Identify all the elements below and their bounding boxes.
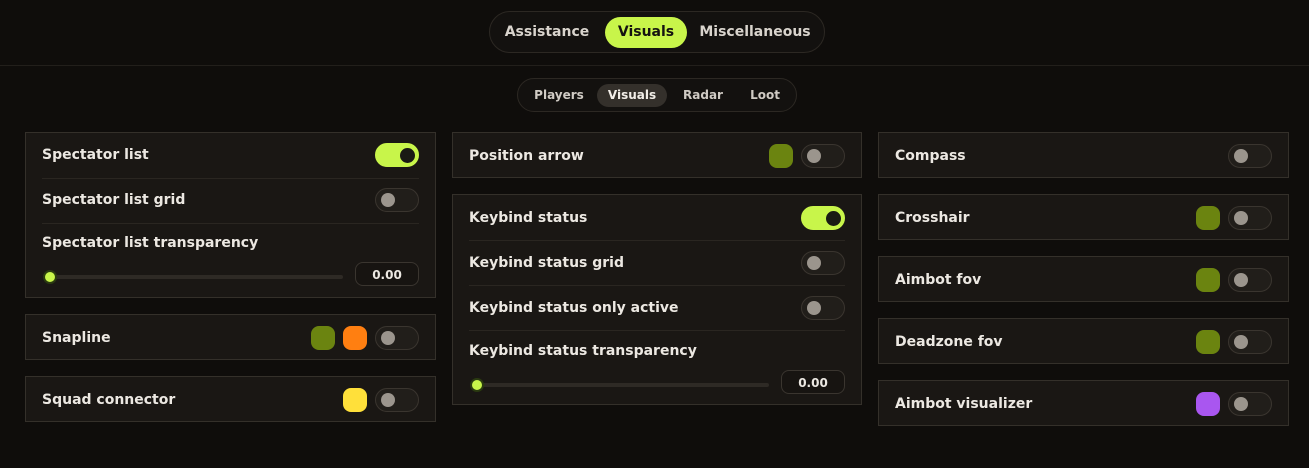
spectator-list-grid-label: Spectator list grid	[42, 192, 186, 208]
spectator-panel: Spectator list Spectator list grid Spect…	[25, 132, 436, 298]
compass-label: Compass	[895, 148, 966, 164]
crosshair-toggle[interactable]	[1228, 206, 1272, 230]
spectator-list-toggle[interactable]	[375, 143, 419, 167]
deadzone-fov-label: Deadzone fov	[895, 334, 1003, 350]
position-arrow-panel: Position arrow	[452, 132, 862, 178]
spectator-transparency-slider[interactable]	[46, 275, 343, 279]
subtab-radar[interactable]: Radar	[675, 84, 731, 107]
aimbot-visualizer-panel: Aimbot visualizer	[878, 380, 1289, 426]
squad-connector-color-swatch[interactable]	[343, 388, 367, 412]
aimbot-visualizer-toggle[interactable]	[1228, 392, 1272, 416]
snapline-label: Snapline	[42, 330, 111, 346]
crosshair-color-swatch[interactable]	[1196, 206, 1220, 230]
main-tab-bar: Assistance Visuals Miscellaneous	[489, 11, 825, 53]
squad-connector-label: Squad connector	[42, 392, 176, 408]
position-arrow-toggle[interactable]	[801, 144, 845, 168]
header-divider	[0, 65, 1309, 66]
sub-tab-bar: Players Visuals Radar Loot	[517, 78, 797, 112]
subtab-visuals[interactable]: Visuals	[597, 84, 667, 107]
keybind-only-active-toggle[interactable]	[801, 296, 845, 320]
row-divider	[469, 285, 845, 286]
keybind-only-active-label: Keybind status only active	[469, 300, 679, 316]
squad-connector-toggle[interactable]	[375, 388, 419, 412]
spectator-transparency-handle[interactable]	[43, 270, 57, 284]
keybind-status-label: Keybind status	[469, 210, 588, 226]
aimbot-fov-color-swatch[interactable]	[1196, 268, 1220, 292]
keybind-panel: Keybind status Keybind status grid Keybi…	[452, 194, 862, 405]
snapline-color-swatch[interactable]	[311, 326, 335, 350]
position-arrow-label: Position arrow	[469, 148, 584, 164]
row-divider	[469, 330, 845, 331]
squad-connector-panel: Squad connector	[25, 376, 436, 422]
row-divider	[469, 240, 845, 241]
deadzone-fov-color-swatch[interactable]	[1196, 330, 1220, 354]
compass-toggle[interactable]	[1228, 144, 1272, 168]
snapline-toggle[interactable]	[375, 326, 419, 350]
spectator-transparency-label: Spectator list transparency	[42, 235, 259, 251]
row-divider	[42, 223, 419, 224]
keybind-status-toggle[interactable]	[801, 206, 845, 230]
spectator-list-grid-toggle[interactable]	[375, 188, 419, 212]
keybind-transparency-handle[interactable]	[470, 378, 484, 392]
aimbot-fov-toggle[interactable]	[1228, 268, 1272, 292]
subtab-loot[interactable]: Loot	[739, 84, 791, 107]
row-divider	[42, 178, 419, 179]
position-arrow-color-swatch[interactable]	[769, 144, 793, 168]
aimbot-fov-label: Aimbot fov	[895, 272, 982, 288]
deadzone-fov-toggle[interactable]	[1228, 330, 1272, 354]
crosshair-panel: Crosshair	[878, 194, 1289, 240]
aimbot-visualizer-color-swatch[interactable]	[1196, 392, 1220, 416]
aimbot-fov-panel: Aimbot fov	[878, 256, 1289, 302]
keybind-status-grid-toggle[interactable]	[801, 251, 845, 275]
spectator-transparency-value[interactable]: 0.00	[355, 262, 419, 286]
tab-assistance[interactable]: Assistance	[502, 17, 592, 48]
subtab-players[interactable]: Players	[528, 84, 590, 107]
snapline-panel: Snapline	[25, 314, 436, 360]
keybind-transparency-label: Keybind status transparency	[469, 343, 697, 359]
crosshair-label: Crosshair	[895, 210, 970, 226]
tab-visuals[interactable]: Visuals	[605, 17, 687, 48]
spectator-list-label: Spectator list	[42, 147, 149, 163]
keybind-transparency-value[interactable]: 0.00	[781, 370, 845, 394]
keybind-transparency-slider[interactable]	[473, 383, 769, 387]
aimbot-visualizer-label: Aimbot visualizer	[895, 396, 1033, 412]
tab-miscellaneous[interactable]: Miscellaneous	[698, 17, 812, 48]
deadzone-fov-panel: Deadzone fov	[878, 318, 1289, 364]
keybind-status-grid-label: Keybind status grid	[469, 255, 624, 271]
compass-panel: Compass	[878, 132, 1289, 178]
snapline-secondary-color-swatch[interactable]	[343, 326, 367, 350]
